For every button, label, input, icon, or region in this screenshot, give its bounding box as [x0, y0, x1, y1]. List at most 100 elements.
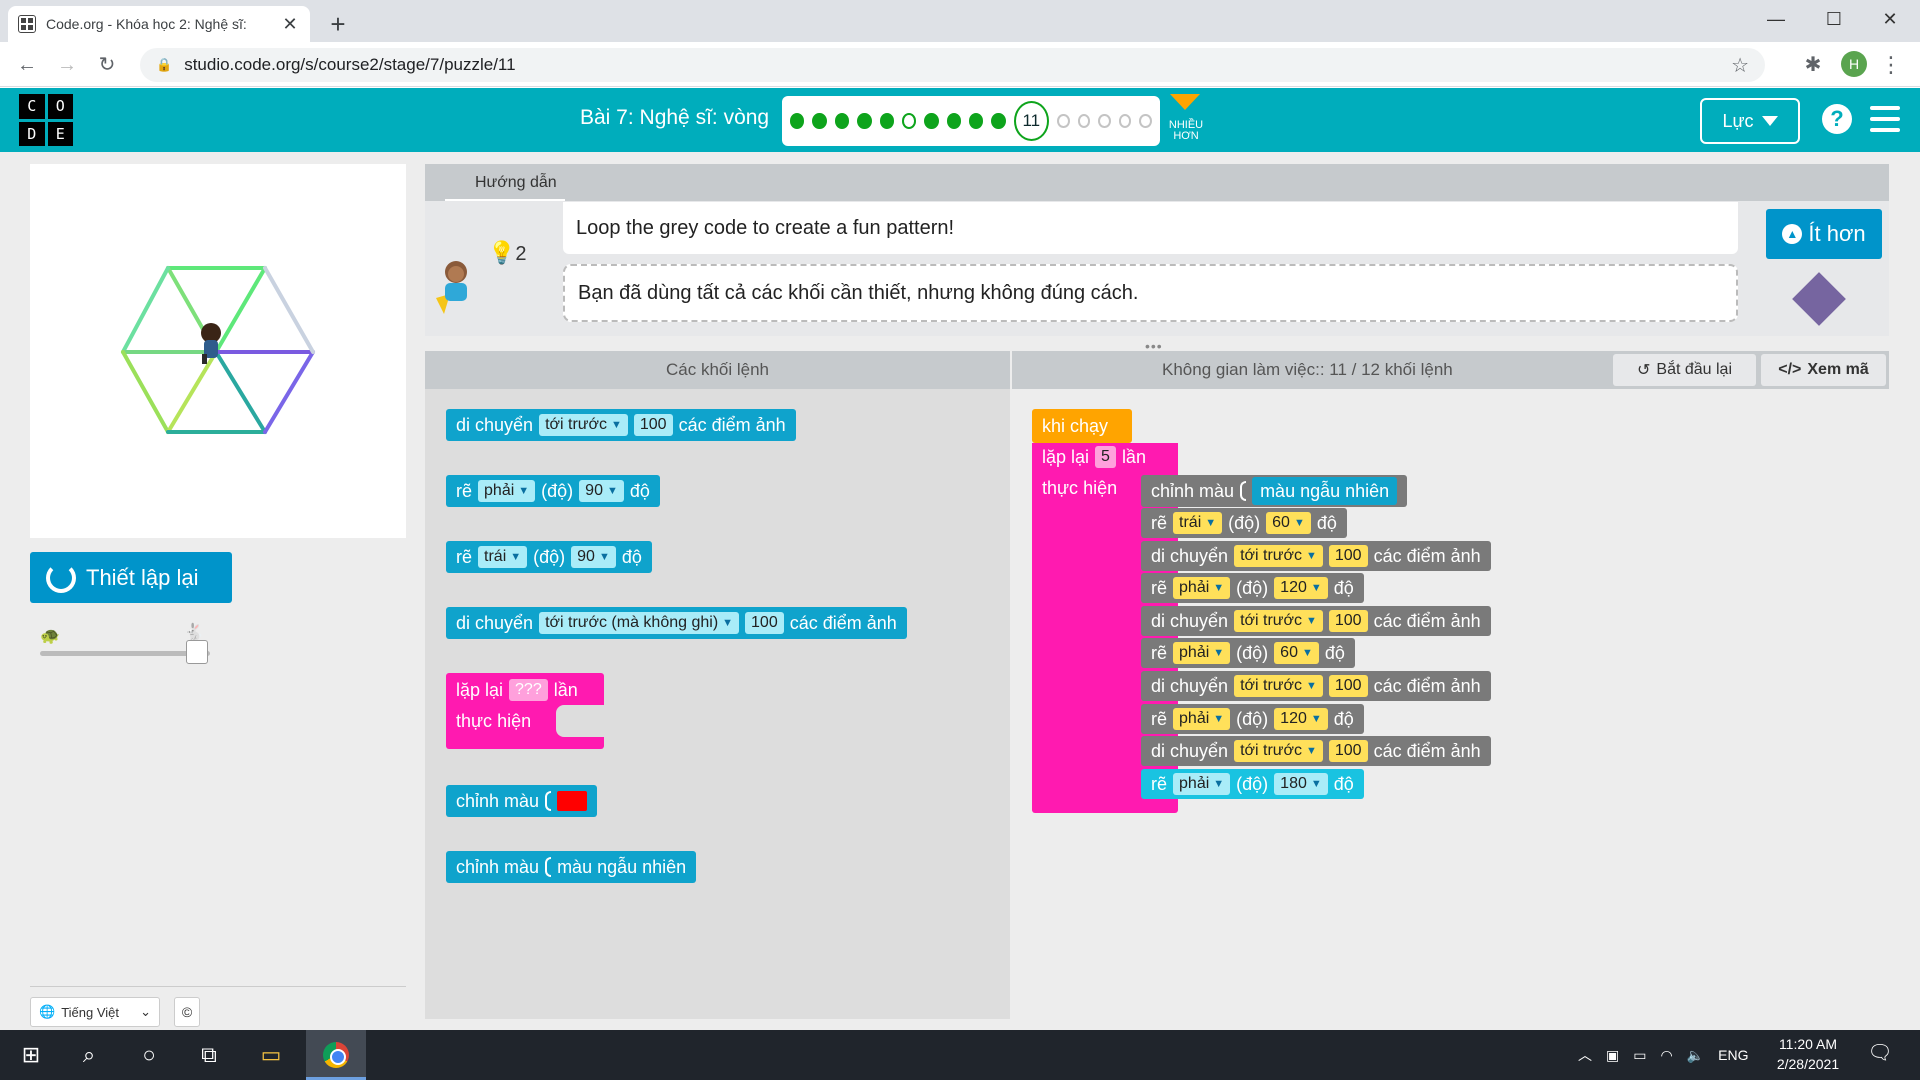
hint-bulb-icon[interactable]: 💡2 — [488, 240, 527, 266]
start-over-button[interactable]: ↺ Bắt đầu lại — [1613, 354, 1756, 386]
direction-dropdown[interactable]: tới trước ▼ — [1234, 545, 1323, 567]
progress-dot[interactable] — [834, 113, 850, 129]
notifications-icon[interactable]: 🗨 — [1866, 1040, 1894, 1068]
toolbox-jump-forward-block[interactable]: di chuyển tới trước (mà không ghi) ▼ 100 … — [446, 607, 907, 639]
angle-dropdown[interactable]: 120 ▼ — [1274, 708, 1328, 730]
progress-dot[interactable] — [1098, 114, 1111, 128]
speed-slider-track[interactable] — [40, 651, 210, 656]
new-tab-button[interactable]: + — [320, 6, 356, 42]
help-icon[interactable]: ? — [1822, 104, 1852, 134]
number-field[interactable]: 100 — [745, 612, 784, 634]
reload-icon[interactable]: ↻ — [92, 50, 122, 80]
show-less-button[interactable]: ▲ Ít hơn — [1766, 209, 1882, 259]
search-icon[interactable]: ⌕ — [64, 1030, 114, 1080]
progress-dot[interactable] — [1118, 114, 1132, 128]
more-label[interactable]: NHIỀU HƠN — [1164, 120, 1208, 142]
progress-dot[interactable] — [1077, 114, 1091, 128]
file-explorer-icon[interactable]: ▭ — [246, 1030, 296, 1080]
speed-slider-thumb[interactable] — [186, 640, 208, 664]
set-random-color-block[interactable]: chỉnh màu màu ngẫu nhiên — [1141, 475, 1408, 507]
direction-dropdown[interactable]: trái ▼ — [1173, 512, 1223, 534]
direction-dropdown[interactable]: phải ▼ — [1173, 642, 1231, 664]
turn-block[interactable]: rẽ phải ▼ (độ) 60 ▼ độ — [1141, 638, 1355, 668]
meet-now-icon[interactable]: ▣ — [1606, 1047, 1619, 1064]
angle-dropdown[interactable]: 60 ▼ — [1266, 512, 1311, 534]
red-color-swatch[interactable] — [557, 791, 588, 811]
number-field[interactable]: 100 — [633, 414, 673, 436]
browser-tab[interactable]: Code.org - Khóa học 2: Nghệ sĩ: ✕ — [8, 6, 310, 42]
progress-dot[interactable] — [879, 113, 894, 129]
turn-block[interactable]: rẽ phải ▼ (độ) 180 ▼ độ — [1141, 769, 1364, 799]
codeorg-logo[interactable]: C O D E — [19, 94, 73, 146]
toolbox-set-random-color-block[interactable]: chỉnh màu màu ngẫu nhiên — [446, 851, 697, 883]
taskbar-clock[interactable]: 11:20 AM 2/28/2021 — [1760, 1034, 1856, 1074]
extensions-puzzle-icon[interactable]: ✱ — [1800, 52, 1826, 78]
number-field[interactable]: 100 — [1328, 610, 1368, 632]
move-block[interactable]: di chuyển tới trước ▼ 100 các điểm ảnh — [1141, 606, 1491, 636]
language-select[interactable]: 🌐 Tiếng Việt ⌄ — [30, 997, 160, 1027]
turn-block[interactable]: rẽ trái ▼ (độ) 60 ▼ độ — [1141, 508, 1347, 538]
direction-dropdown[interactable]: phải ▼ — [1173, 773, 1231, 795]
windows-start-icon[interactable]: ⊞ — [6, 1030, 56, 1080]
progress-dot[interactable] — [812, 113, 827, 129]
cortana-circle-icon[interactable]: ○ — [124, 1030, 174, 1080]
toolbox-move-forward-block[interactable]: di chuyển tới trước ▼ 100 các điểm ảnh — [446, 409, 796, 441]
progress-dot[interactable] — [790, 113, 805, 129]
input-language[interactable]: ENG — [1718, 1047, 1748, 1063]
angle-dropdown[interactable]: 90 ▼ — [579, 480, 624, 502]
copyright-button[interactable]: © — [174, 997, 200, 1027]
toolbox-turn-left-block[interactable]: rẽ trái ▼ (độ) 90 ▼ độ — [446, 541, 652, 573]
turn-block[interactable]: rẽ phải ▼ (độ) 120 ▼ độ — [1141, 573, 1364, 603]
chrome-taskbar-icon[interactable] — [306, 1030, 366, 1080]
progress-dot[interactable] — [1056, 114, 1070, 128]
battery-icon[interactable]: ▭ — [1633, 1047, 1646, 1064]
wifi-icon[interactable]: ◠ — [1660, 1047, 1672, 1064]
window-maximize-button[interactable]: ☐ — [1806, 0, 1862, 40]
forward-arrow-icon[interactable]: → — [52, 50, 82, 80]
bookmark-star-icon[interactable]: ☆ — [1731, 53, 1749, 78]
view-code-button[interactable]: </> Xem mã — [1761, 354, 1886, 386]
repeat-count-field[interactable]: ??? — [509, 679, 548, 701]
progress-dot[interactable] — [991, 113, 1006, 129]
move-block[interactable]: di chuyển tới trước ▼ 100 các điểm ảnh — [1141, 541, 1491, 571]
progress-dot[interactable] — [946, 113, 961, 129]
angle-dropdown[interactable]: 120 ▼ — [1274, 577, 1328, 599]
direction-dropdown[interactable]: tới trước ▼ — [1234, 740, 1323, 762]
progress-dot[interactable] — [901, 113, 917, 129]
direction-dropdown[interactable]: tới trước ▼ — [1234, 610, 1323, 632]
volume-icon[interactable]: 🔈 — [1687, 1047, 1704, 1064]
tray-chevron-up-icon[interactable]: ︿ — [1578, 1045, 1592, 1065]
back-arrow-icon[interactable]: ← — [12, 50, 42, 80]
direction-dropdown[interactable]: tới trước ▼ — [1234, 675, 1323, 697]
instructions-tab[interactable]: Hướng dẫn — [445, 164, 565, 201]
angle-dropdown[interactable]: 60 ▼ — [1274, 642, 1319, 664]
profile-avatar[interactable]: H — [1841, 51, 1867, 77]
toolbox-set-color-block[interactable]: chỉnh màu — [446, 785, 598, 817]
angle-dropdown[interactable]: 180 ▼ — [1274, 773, 1328, 795]
direction-dropdown[interactable]: phải ▼ — [1173, 577, 1231, 599]
number-field[interactable]: 100 — [1328, 740, 1368, 762]
direction-dropdown[interactable]: trái ▼ — [478, 546, 528, 568]
progress-dot[interactable] — [924, 113, 939, 129]
reset-button[interactable]: Thiết lập lại — [30, 552, 232, 603]
level-dropdown-button[interactable]: Lực — [1700, 98, 1800, 144]
direction-dropdown[interactable]: tới trước (mà không ghi) ▼ — [539, 612, 740, 634]
address-bar[interactable]: 🔒 studio.code.org/s/course2/stage/7/puzz… — [140, 48, 1765, 82]
lesson-title[interactable]: Bài 7: Nghệ sĩ: vòng — [580, 106, 769, 130]
more-chevron-icon[interactable] — [1170, 94, 1200, 110]
task-view-icon[interactable]: ⧉ — [184, 1030, 234, 1080]
direction-dropdown[interactable]: phải ▼ — [1173, 708, 1231, 730]
random-color-block[interactable]: màu ngẫu nhiên — [1252, 477, 1398, 505]
window-close-button[interactable]: ✕ — [1862, 0, 1918, 40]
direction-dropdown[interactable]: phải ▼ — [478, 480, 536, 502]
progress-current-puzzle[interactable]: 11 — [1013, 101, 1049, 141]
progress-dot[interactable] — [857, 113, 872, 129]
progress-dot[interactable] — [1139, 114, 1153, 128]
hamburger-menu-icon[interactable] — [1870, 106, 1900, 132]
toolbox-turn-right-block[interactable]: rẽ phải ▼ (độ) 90 ▼ độ — [446, 475, 660, 507]
turn-block[interactable]: rẽ phải ▼ (độ) 120 ▼ độ — [1141, 704, 1364, 734]
tab-close-icon[interactable]: ✕ — [280, 14, 300, 35]
window-minimize-button[interactable]: — — [1748, 0, 1804, 40]
direction-dropdown[interactable]: tới trước ▼ — [539, 414, 628, 436]
progress-dot[interactable] — [969, 113, 984, 129]
